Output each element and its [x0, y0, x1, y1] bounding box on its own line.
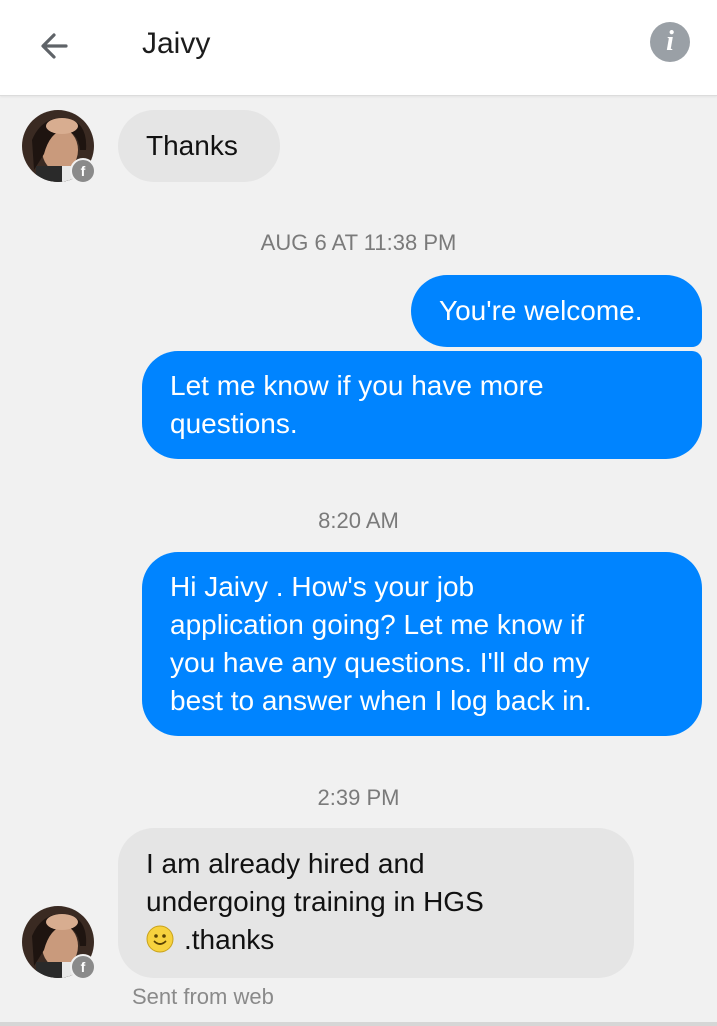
- incoming-message-bubble[interactable]: I am already hired and undergoing traini…: [118, 828, 634, 978]
- sent-from-label: Sent from web: [132, 984, 274, 1009]
- message-text-line: undergoing training in HGS: [146, 886, 484, 917]
- conversation-header: Jaivy O i: [0, 0, 717, 96]
- message-text-line: .thanks: [146, 921, 606, 959]
- message-text-line: Let me know if you have more: [170, 370, 544, 401]
- info-button[interactable]: i: [650, 22, 690, 62]
- messenger-conversation: Jaivy O i f Thanks AUG 6 AT 11:38 PM You…: [0, 0, 717, 1026]
- timestamp: 8:20 AM: [318, 508, 399, 533]
- message-text-line: application going? Let me know if: [170, 609, 585, 640]
- message-text-line: Hi Jaivy . How's your job: [170, 571, 475, 602]
- redaction-overlay: [218, 26, 408, 64]
- incoming-message-bubble[interactable]: Thanks: [118, 110, 280, 182]
- message-text: .thanks: [184, 924, 275, 955]
- message-text-line: questions.: [170, 408, 298, 439]
- message-text-line: you have any questions. I'll do my: [170, 647, 590, 678]
- outgoing-message-bubble[interactable]: You're welcome.: [411, 275, 702, 347]
- timestamp: AUG 6 AT 11:38 PM: [260, 230, 457, 255]
- message-text-line: I am already hired and: [146, 848, 425, 879]
- slightly-smiling-face-icon: [146, 925, 174, 953]
- timestamp: 2:39 PM: [317, 785, 400, 810]
- arrow-left-icon: [41, 33, 68, 59]
- outgoing-message-bubble[interactable]: Let me know if you have more questions.: [142, 351, 702, 459]
- avatar[interactable]: f: [22, 110, 96, 184]
- message-text: You're welcome.: [439, 295, 643, 326]
- facebook-badge-icon: f: [70, 954, 96, 980]
- facebook-badge-icon: f: [70, 158, 96, 184]
- message-text: Thanks: [146, 130, 238, 161]
- outgoing-message-bubble[interactable]: Hi Jaivy . How's your job application go…: [142, 552, 702, 736]
- message-text-line: best to answer when I log back in.: [170, 685, 592, 716]
- avatar[interactable]: f: [22, 906, 96, 980]
- back-button[interactable]: [30, 22, 78, 70]
- info-icon: i: [666, 26, 674, 57]
- bottom-divider: [0, 1022, 717, 1026]
